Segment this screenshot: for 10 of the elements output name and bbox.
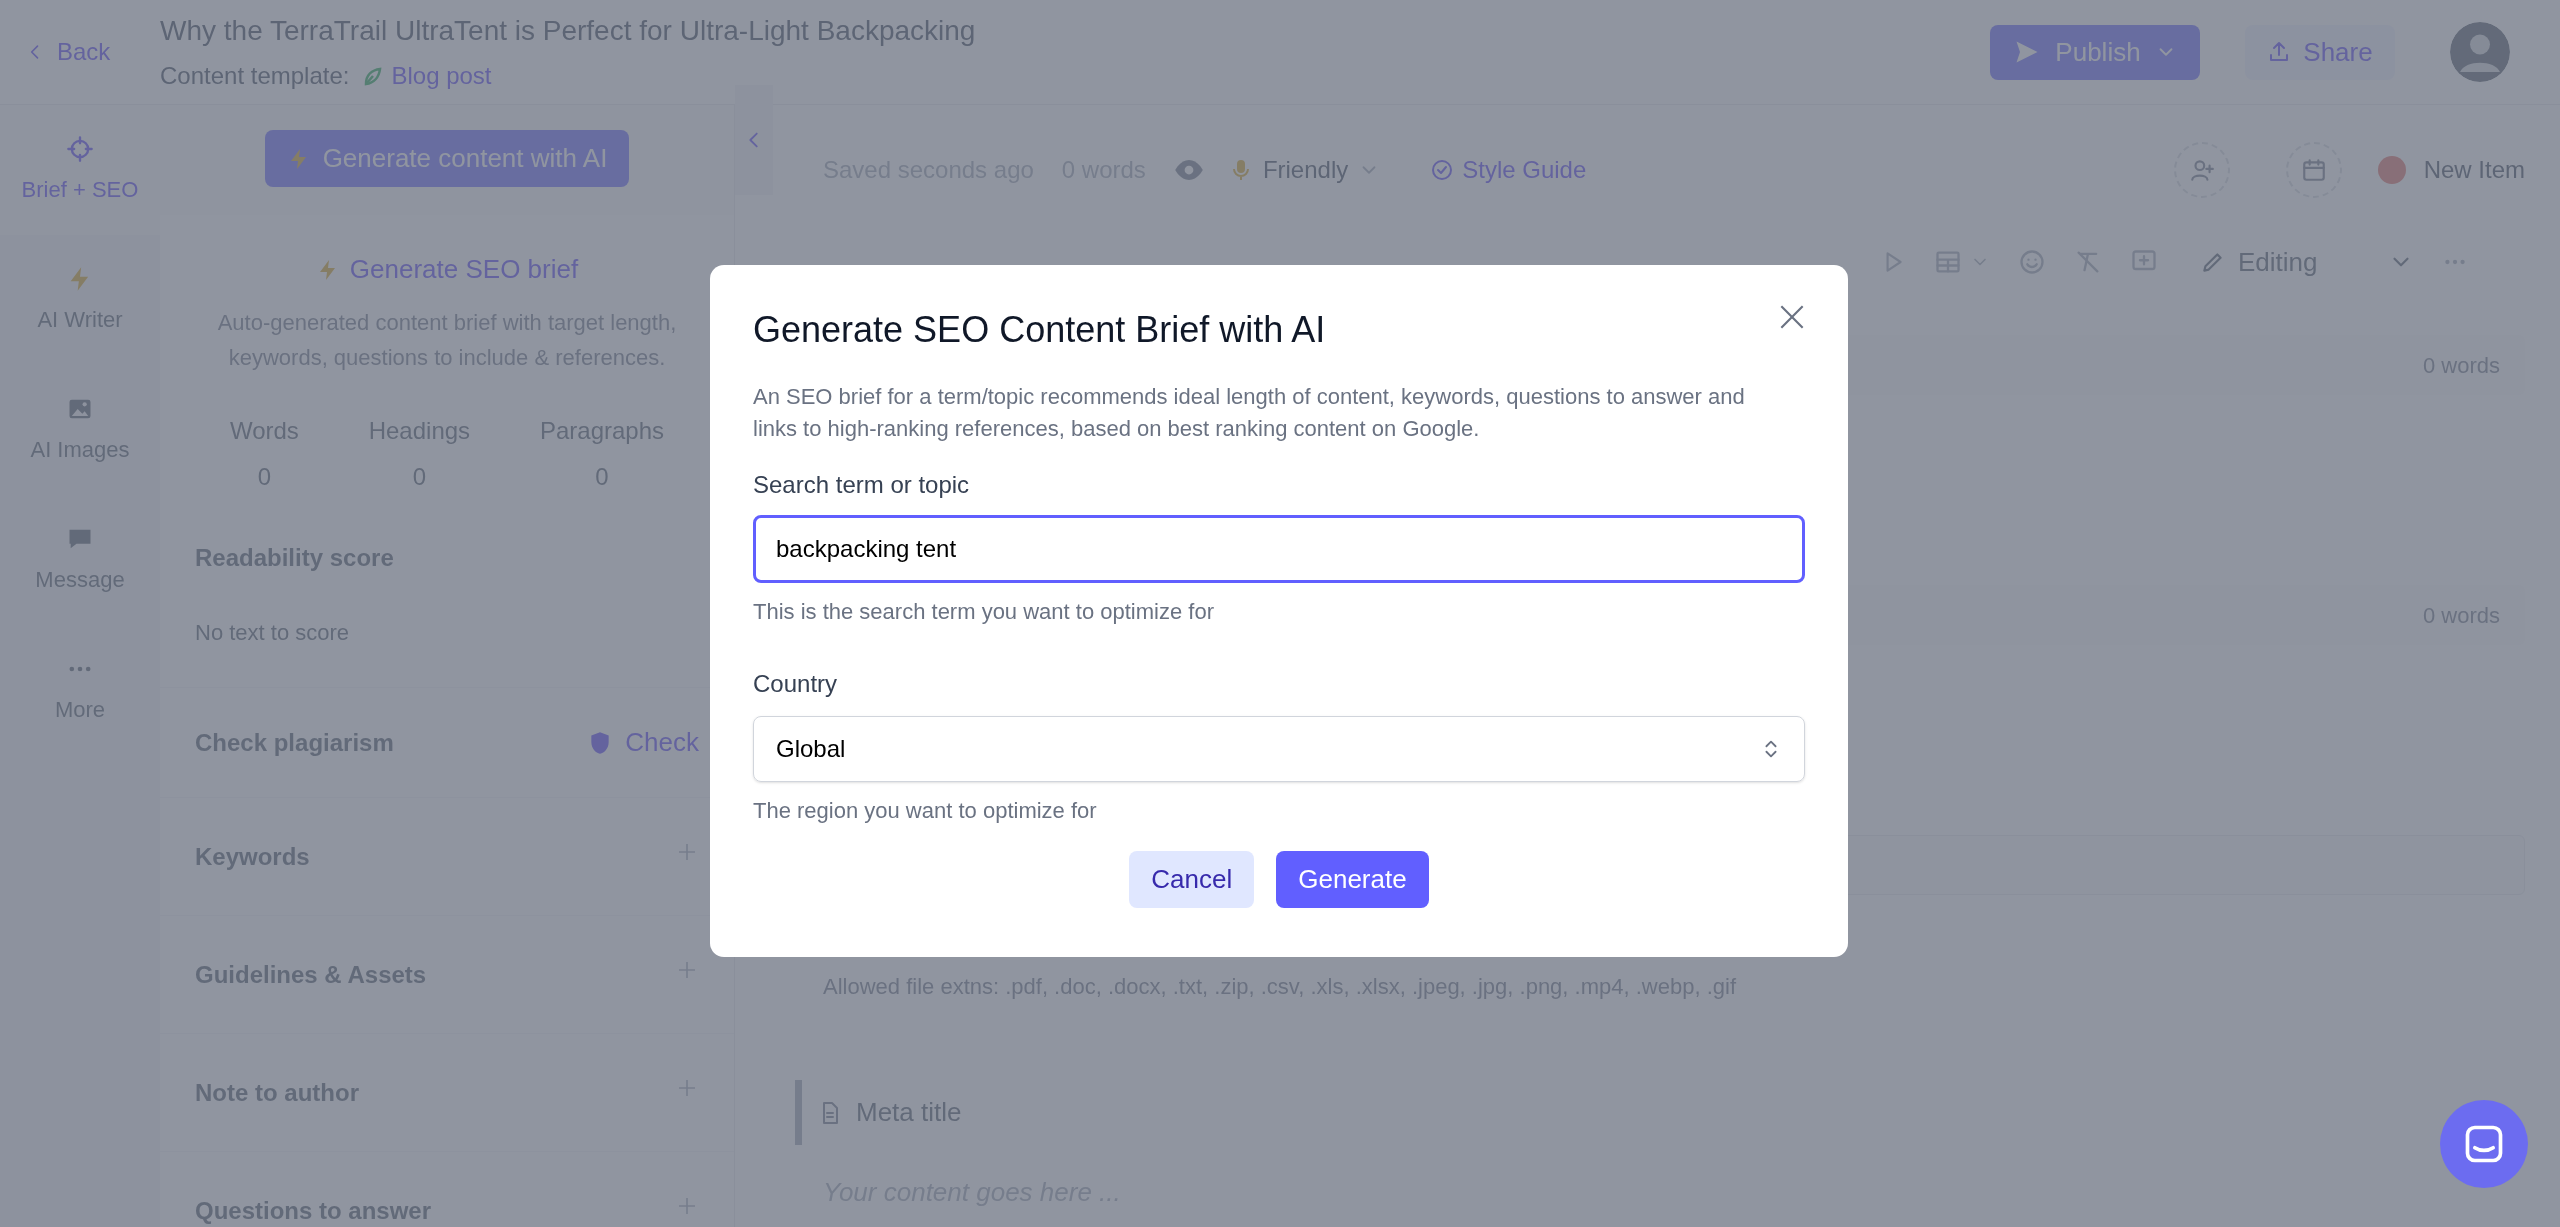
generate-button[interactable]: Generate: [1276, 851, 1429, 908]
field-label: Country: [753, 669, 839, 699]
field-label: Search term or topic: [753, 470, 971, 500]
country-select[interactable]: Global: [753, 716, 1805, 782]
field-hint: The region you want to optimize for: [753, 797, 1098, 825]
search-term-field[interactable]: backpacking tent: [753, 515, 1805, 583]
cancel-button[interactable]: Cancel: [1129, 851, 1255, 908]
dialog-description: An SEO brief for a term/topic recommends ideal length of content, keywords, questions to answer and links to high-ranking references, based on best ranking content on Google.: [753, 383, 1746, 443]
field-hint: This is the search term you want to optimize for: [753, 598, 1215, 626]
dialog-title: Generate SEO Content Brief with AI: [753, 308, 1326, 352]
